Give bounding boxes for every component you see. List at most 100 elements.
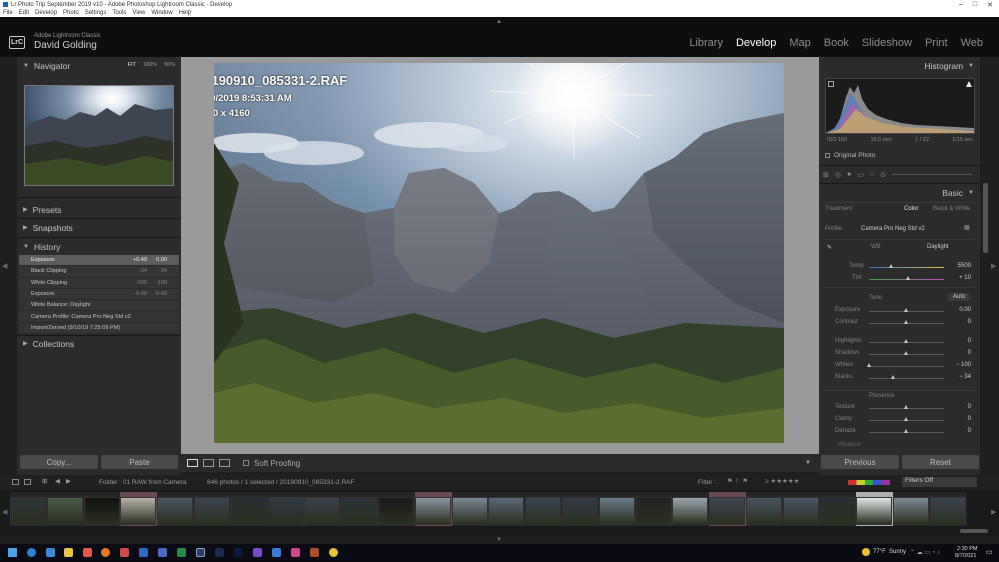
filmstrip-cell[interactable]: [709, 492, 747, 526]
filmstrip-thumbnail[interactable]: [341, 497, 378, 525]
dehaze-slider-knob[interactable]: [904, 429, 908, 433]
blacks-slider[interactable]: [869, 378, 944, 379]
color-label-filter[interactable]: [848, 480, 890, 485]
close-window-button[interactable]: ✕: [987, 1, 993, 9]
firefox-icon[interactable]: [101, 548, 110, 557]
module-slideshow[interactable]: Slideshow: [862, 37, 912, 49]
filmstrip-cell[interactable]: [378, 492, 415, 526]
photo-count[interactable]: 846 photos / 1 selected / 20190910_08533…: [207, 479, 354, 486]
filmstrip-thumbnail[interactable]: [230, 497, 267, 525]
filmstrip-cell[interactable]: [488, 492, 526, 526]
filmstrip-thumbnail[interactable]: [157, 497, 194, 525]
filmstrip-scrollbar[interactable]: [960, 529, 988, 533]
blacks-value[interactable]: − 34: [951, 374, 971, 380]
premiere-icon[interactable]: [253, 548, 262, 557]
flag-filter-icon[interactable]: ⚑ ⚐ ⚑: [727, 477, 748, 485]
filmstrip-cell[interactable]: [157, 492, 195, 526]
clarity-slider-knob[interactable]: [904, 417, 908, 421]
app-icon[interactable]: [120, 548, 129, 557]
zoom-50[interactable]: 50%: [164, 62, 175, 68]
crop-tool-icon[interactable]: ⊞: [823, 171, 829, 179]
module-web[interactable]: Web: [961, 37, 983, 49]
filmstrip-thumbnail[interactable]: [378, 497, 414, 525]
original-photo-row[interactable]: Original Photo: [825, 152, 875, 159]
filmstrip-thumbnail[interactable]: [782, 497, 819, 525]
history-row[interactable]: White Balance: Daylight: [19, 300, 179, 312]
wb-dropdown[interactable]: Daylight: [927, 244, 949, 250]
clarity-value[interactable]: 0: [951, 416, 971, 422]
lightroom-icon[interactable]: [215, 548, 224, 557]
filmstrip-thumbnail[interactable]: [194, 497, 230, 525]
zoom-100[interactable]: 100%: [143, 62, 157, 68]
module-book[interactable]: Book: [824, 37, 849, 49]
filmstrip-thumbnail[interactable]: [414, 497, 451, 525]
soft-proofing-checkbox[interactable]: [243, 460, 249, 466]
reset-button[interactable]: Reset: [902, 455, 979, 469]
filmstrip-cell[interactable]: [893, 492, 931, 526]
filmstrip-cell[interactable]: [525, 492, 563, 526]
filmstrip-thumbnail[interactable]: [598, 497, 635, 525]
menu-settings[interactable]: Settings: [85, 10, 107, 16]
app3-icon[interactable]: [291, 548, 300, 557]
filmstrip-cell[interactable]: [10, 492, 47, 526]
collapse-left-arrow[interactable]: ◀: [2, 262, 7, 270]
filmstrip-cell[interactable]: [267, 492, 305, 526]
loupe-view-icon[interactable]: [187, 459, 198, 467]
forward-arrow-icon[interactable]: ▶: [66, 477, 71, 485]
filmstrip-thumbnail[interactable]: [562, 497, 598, 525]
before-after-icon[interactable]: [203, 459, 214, 467]
menu-develop[interactable]: Develop: [35, 10, 57, 16]
exposure-value[interactable]: 0.00: [951, 307, 971, 313]
filmstrip-cell[interactable]: [120, 492, 158, 526]
menu-tools[interactable]: Tools: [112, 10, 126, 16]
spot-removal-icon[interactable]: ◎: [835, 171, 841, 179]
photoshop-icon[interactable]: [234, 548, 243, 557]
clock-time[interactable]: 2:30 PM: [957, 546, 977, 552]
file-explorer-icon[interactable]: [64, 548, 73, 557]
tint-slider-knob[interactable]: [906, 276, 911, 280]
before-after-split-icon[interactable]: [219, 459, 230, 467]
highlights-value[interactable]: 0: [951, 338, 971, 344]
right-panel-scrollbar[interactable]: [983, 183, 988, 253]
history-row[interactable]: Camera Profile: Camera Pro Neg Std v2: [19, 311, 179, 323]
radial-filter-icon[interactable]: ○: [870, 171, 874, 178]
filmstrip-cell[interactable]: [635, 492, 673, 526]
filmstrip-cell[interactable]: [83, 492, 121, 526]
paste-button[interactable]: Paste: [101, 455, 178, 469]
filmstrip-thumbnail[interactable]: [488, 497, 525, 525]
filmstrip-thumbnail[interactable]: [672, 497, 709, 525]
module-develop[interactable]: Develop: [736, 37, 776, 49]
presets-header[interactable]: ▶ Presets: [17, 202, 181, 217]
auto-tone-button[interactable]: Auto: [947, 293, 972, 301]
folder-source[interactable]: Folder : 01 RAW from Camera: [99, 479, 187, 486]
filmstrip-thumbnail[interactable]: [451, 497, 488, 525]
weather-text[interactable]: Sunny: [889, 549, 906, 555]
lightroom-classic-icon[interactable]: [196, 548, 205, 557]
original-photo-checkbox[interactable]: [825, 153, 830, 158]
temp-value[interactable]: 5500: [951, 263, 971, 269]
highlight-clipping-icon[interactable]: [966, 81, 972, 87]
zoom-fit[interactable]: FIT: [128, 62, 136, 68]
history-header[interactable]: ▼ History: [17, 239, 181, 254]
history-row[interactable]: Exposure -0.49 -0.49: [19, 288, 179, 301]
filmstrip-cell[interactable]: [341, 492, 379, 526]
menu-file[interactable]: File: [3, 10, 13, 16]
contrast-value[interactable]: 0: [951, 319, 971, 325]
texture-value[interactable]: 0: [951, 404, 971, 410]
brush-tool-icon[interactable]: ⊙: [880, 171, 886, 179]
exposure-slider-knob[interactable]: [904, 308, 908, 312]
basic-header[interactable]: Basic ▼: [819, 185, 980, 200]
treatment-bw[interactable]: Black & White: [933, 206, 970, 212]
filmstrip-thumbnail[interactable]: [267, 497, 304, 525]
dehaze-value[interactable]: 0: [951, 428, 971, 434]
tray-icons[interactable]: ⌃ ☁ ▭ ◔ ♪: [910, 549, 940, 556]
app2-icon[interactable]: [272, 548, 281, 557]
filmstrip-cell[interactable]: [930, 492, 967, 526]
filmstrip-thumbnail[interactable]: [893, 497, 930, 525]
maximize-button[interactable]: □: [973, 1, 977, 8]
page-2-icon[interactable]: [24, 479, 31, 485]
texture-slider-knob[interactable]: [904, 405, 908, 409]
main-photo[interactable]: 20190910_085331-2.RAF 9/10/2019 8:53:31 …: [214, 63, 784, 443]
notification-icon[interactable]: ▭: [986, 548, 993, 556]
filmstrip-thumbnail[interactable]: [83, 497, 120, 525]
